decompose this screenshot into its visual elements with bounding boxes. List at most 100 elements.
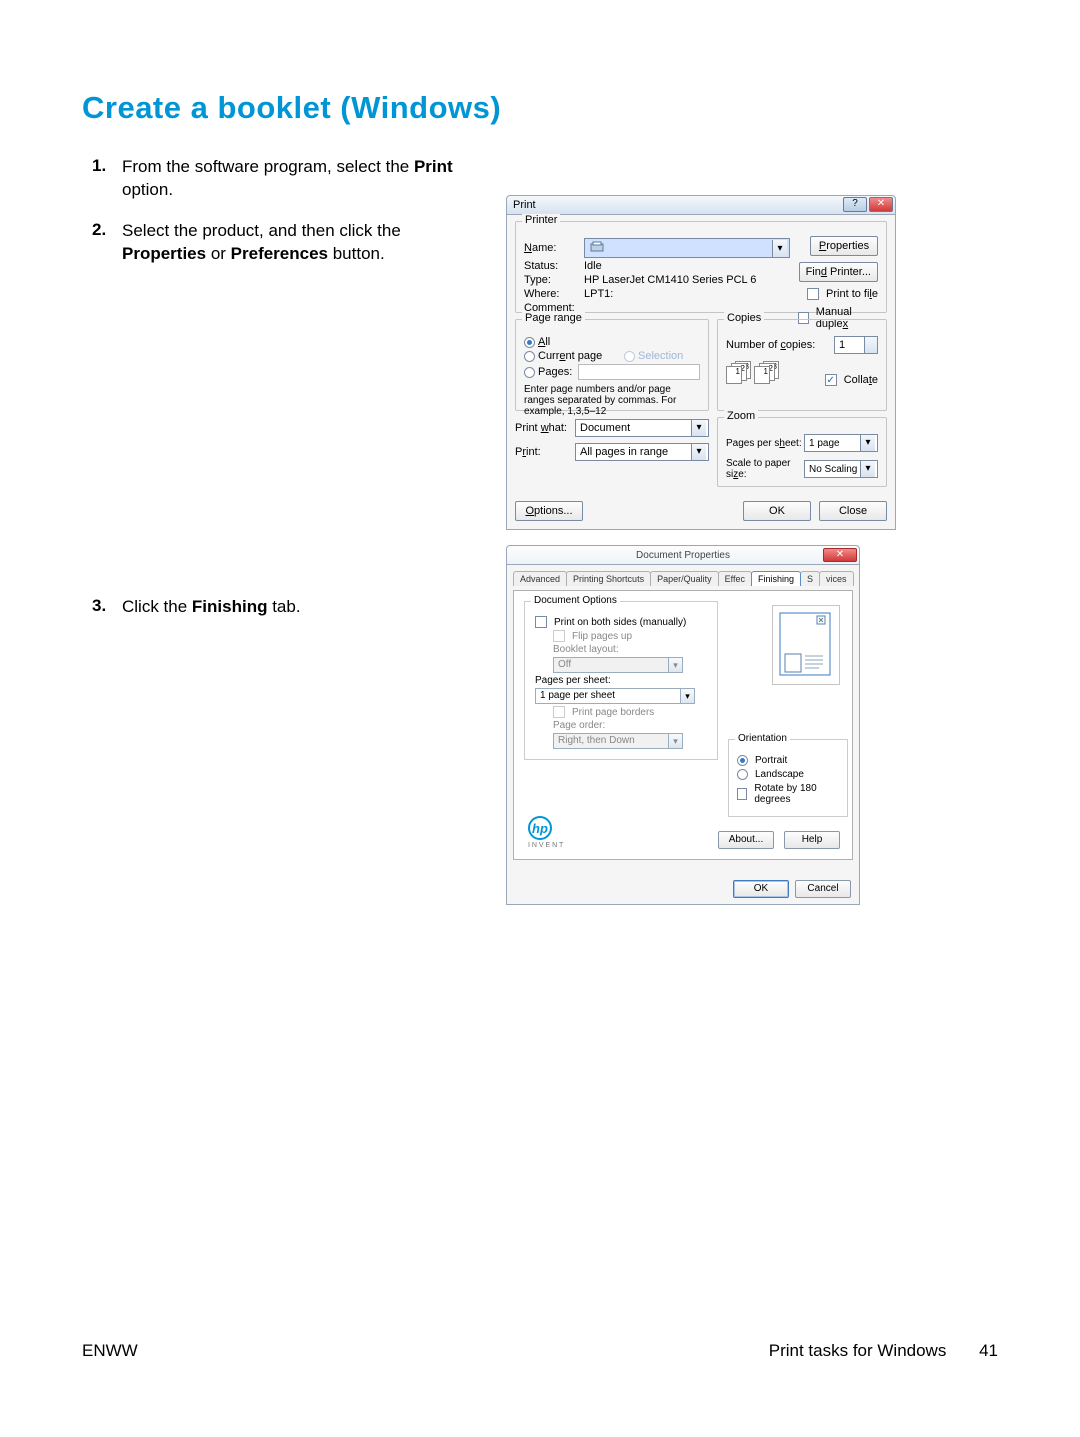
- about-button[interactable]: About...: [718, 831, 774, 849]
- zoom-group: Zoom Pages per sheet: 1 page Scale to pa…: [717, 417, 887, 487]
- dialog-title: Print: [513, 199, 536, 211]
- page-preview: [772, 605, 840, 685]
- page-title: Create a booklet (Windows): [82, 90, 998, 126]
- tab-services-2[interactable]: vices: [819, 571, 854, 586]
- flip-pages-up-checkbox: Flip pages up: [553, 630, 709, 642]
- step-text-bold: Print: [414, 157, 453, 176]
- scale-label: Scale to paper size:: [726, 458, 804, 480]
- collate-icon: 321: [754, 362, 780, 386]
- step-number: 1.: [92, 156, 122, 176]
- tab-services-1[interactable]: S: [800, 571, 820, 586]
- step-text: From the software program, select the Pr…: [122, 156, 482, 202]
- page-order-combo: Right, then Down: [553, 733, 683, 749]
- tab-paper-quality[interactable]: Paper/Quality: [650, 571, 719, 586]
- group-title: Page range: [522, 312, 585, 324]
- type-label: Type:: [524, 274, 584, 286]
- printer-group: Printer Name: Status:Idle Type:HP LaserJ…: [515, 221, 887, 313]
- collate-icon: 321: [726, 362, 752, 386]
- print-page-borders-checkbox: Print page borders: [553, 706, 709, 718]
- radio-pages[interactable]: Pages:: [524, 364, 700, 380]
- step-text-bold: Preferences: [231, 244, 328, 263]
- step-text-seg: Click the: [122, 597, 192, 616]
- print-what-combo[interactable]: Document: [575, 419, 709, 437]
- radio-icon: [524, 351, 535, 362]
- help-button[interactable]: Help: [784, 831, 840, 849]
- print-to-file-checkbox[interactable]: Print to file: [807, 288, 878, 300]
- tab-effects[interactable]: Effec: [718, 571, 752, 586]
- step-text-bold: Properties: [122, 244, 206, 263]
- step-text-seg: button.: [328, 244, 385, 263]
- tab-printing-shortcuts[interactable]: Printing Shortcuts: [566, 571, 651, 586]
- radio-landscape[interactable]: Landscape: [737, 769, 839, 780]
- footer-right: Print tasks for Windows 41: [769, 1341, 998, 1361]
- page: Create a booklet (Windows) 1. From the s…: [0, 0, 1080, 1437]
- radio-portrait[interactable]: Portrait: [737, 755, 839, 766]
- step-text-bold: Finishing: [192, 597, 268, 616]
- print-both-sides-checkbox[interactable]: Print on both sides (manually): [535, 616, 709, 628]
- orientation-group: Orientation Portrait Landscape Rotate by…: [728, 739, 848, 817]
- step-text-seg: option.: [122, 180, 173, 199]
- radio-icon: [624, 351, 635, 362]
- pages-input[interactable]: [578, 364, 700, 380]
- page-number: 41: [979, 1341, 998, 1360]
- tab-strip: Advanced Printing Shortcuts Paper/Qualit…: [513, 571, 853, 586]
- status-value: Idle: [584, 260, 790, 272]
- page-range-hint: Enter page numbers and/or page ranges se…: [524, 384, 700, 417]
- group-title: Zoom: [724, 410, 758, 422]
- group-title: Copies: [724, 312, 764, 324]
- options-button[interactable]: Options...: [515, 501, 583, 521]
- step-text: Select the product, and then click the P…: [122, 220, 482, 266]
- step-text-seg: tab.: [267, 597, 300, 616]
- pps-combo[interactable]: 1 page: [804, 434, 878, 452]
- collate-checkbox[interactable]: ✓Collate: [825, 374, 878, 386]
- step-text-seg: From the software program, select the: [122, 157, 414, 176]
- radio-icon: [737, 769, 748, 780]
- group-title: Printer: [522, 214, 560, 226]
- type-value: HP LaserJet CM1410 Series PCL 6: [584, 274, 790, 286]
- dialog-body: Advanced Printing Shortcuts Paper/Qualit…: [506, 565, 860, 905]
- hp-logo: hp I N V E N T: [528, 816, 563, 849]
- step-number: 3.: [92, 596, 122, 616]
- dialog-titlebar[interactable]: Print ? ✕: [506, 195, 896, 215]
- document-options-group: Document Options Print on both sides (ma…: [524, 601, 718, 760]
- step-text: Click the Finishing tab.: [122, 596, 301, 619]
- footer-left: ENWW: [82, 1341, 138, 1361]
- radio-icon: [737, 755, 748, 766]
- cancel-button[interactable]: Cancel: [795, 880, 851, 898]
- step-number: 2.: [92, 220, 122, 240]
- group-title: Orientation: [735, 733, 790, 744]
- tab-panel: Document Options Print on both sides (ma…: [513, 590, 853, 860]
- copies-input[interactable]: 1: [834, 336, 878, 354]
- close-dialog-button[interactable]: Close: [819, 501, 887, 521]
- tab-advanced[interactable]: Advanced: [513, 571, 567, 586]
- radio-icon: [524, 367, 535, 378]
- page-range-group: Page range All Current page Selection Pa…: [515, 319, 709, 411]
- find-printer-button[interactable]: Find Printer...: [799, 262, 878, 282]
- printer-name-combo[interactable]: [584, 238, 790, 258]
- properties-button[interactable]: Properties: [810, 236, 878, 256]
- radio-icon: [524, 337, 535, 348]
- print-range-combo[interactable]: All pages in range: [575, 443, 709, 461]
- where-label: Where:: [524, 288, 584, 300]
- radio-all[interactable]: All: [524, 336, 700, 348]
- radio-current[interactable]: Current page: [524, 350, 624, 362]
- pages-per-sheet-combo[interactable]: 1 page per sheet: [535, 688, 695, 704]
- group-title: Document Options: [531, 595, 620, 606]
- where-value: LPT1:: [584, 288, 790, 300]
- ok-button[interactable]: OK: [743, 501, 811, 521]
- rotate-checkbox[interactable]: Rotate by 180 degrees: [737, 783, 839, 805]
- close-button[interactable]: ✕: [869, 197, 893, 212]
- dialog-titlebar[interactable]: Document Properties ✕: [506, 545, 860, 565]
- dialog-title: Document Properties: [636, 550, 730, 561]
- print-dialog: Print ? ✕ Printer Name:: [506, 195, 896, 530]
- scale-combo[interactable]: No Scaling: [804, 460, 878, 478]
- help-button[interactable]: ?: [843, 197, 867, 212]
- dialog-body: Printer Name: Status:Idle Type:HP LaserJ…: [506, 215, 896, 530]
- close-button[interactable]: ✕: [823, 548, 857, 562]
- ok-button[interactable]: OK: [733, 880, 789, 898]
- hp-logo-icon: hp: [528, 816, 552, 840]
- page-footer: ENWW Print tasks for Windows 41: [82, 1341, 998, 1361]
- tab-finishing[interactable]: Finishing: [751, 571, 801, 586]
- step-text-seg: Select the product, and then click the: [122, 221, 401, 240]
- name-label: Name:: [524, 242, 584, 254]
